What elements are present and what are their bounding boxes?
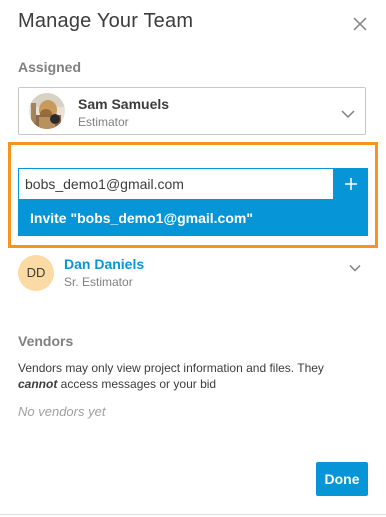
chevron-down-icon[interactable] — [341, 106, 355, 124]
member-role: Estimator — [78, 115, 129, 129]
empty-vendors-text: No vendors yet — [18, 404, 106, 419]
member-name-link[interactable]: Dan Daniels — [64, 256, 144, 272]
avatar — [29, 93, 65, 129]
invite-suggestion[interactable]: Invite "bobs_demo1@gmail.com" — [18, 200, 368, 236]
assigned-label: Assigned — [18, 59, 82, 75]
manage-team-dialog: Manage Your Team Assigned Sam Samuels Es… — [0, 0, 386, 517]
plus-icon — [345, 178, 357, 190]
add-member-button[interactable] — [334, 168, 368, 200]
dialog-title: Manage Your Team — [18, 10, 194, 32]
invite-email-input[interactable] — [18, 168, 334, 200]
avatar: DD — [18, 255, 54, 291]
divider — [0, 514, 386, 515]
vendors-label: Vendors — [18, 333, 74, 349]
close-icon[interactable] — [348, 12, 372, 36]
vendors-description: Vendors may only view project informatio… — [18, 361, 324, 391]
done-button[interactable]: Done — [316, 462, 368, 496]
member-role: Sr. Estimator — [64, 275, 133, 289]
member-name: Sam Samuels — [78, 96, 170, 112]
assigned-member-card[interactable]: Sam Samuels Estimator — [18, 87, 366, 135]
chevron-down-icon[interactable] — [349, 259, 361, 277]
emphasis-text: cannot — [18, 377, 58, 391]
